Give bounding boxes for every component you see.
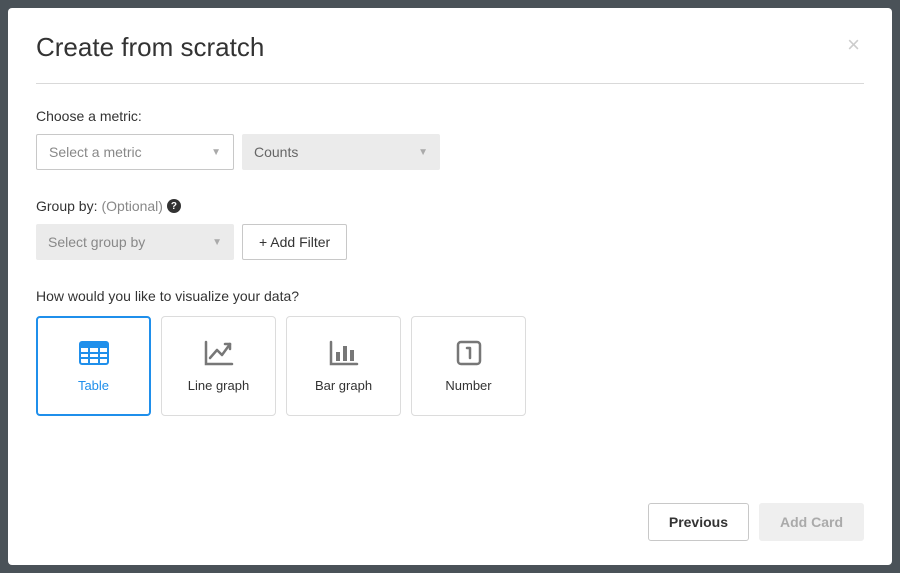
header-divider	[36, 83, 864, 84]
modal-header: Create from scratch ×	[36, 32, 864, 63]
chevron-down-icon: ▼	[212, 237, 222, 248]
metric-row: Select a metric ▼ Counts ▼	[36, 134, 864, 170]
bar-graph-icon	[328, 340, 360, 366]
visualize-option-label: Bar graph	[315, 378, 372, 393]
chevron-down-icon: ▼	[418, 147, 428, 158]
chevron-down-icon: ▼	[211, 147, 221, 158]
visualize-options: Table Line graph Bar grap	[36, 316, 864, 416]
metric-select-placeholder: Select a metric	[49, 144, 142, 160]
group-by-row: Select group by ▼ + Add Filter	[36, 224, 864, 260]
create-from-scratch-modal: Create from scratch × Choose a metric: S…	[8, 8, 892, 565]
visualize-option-bar[interactable]: Bar graph	[286, 316, 401, 416]
group-by-optional: (Optional)	[101, 198, 162, 214]
add-filter-button[interactable]: + Add Filter	[242, 224, 347, 260]
group-by-select[interactable]: Select group by ▼	[36, 224, 234, 260]
group-by-select-placeholder: Select group by	[48, 234, 145, 250]
previous-button[interactable]: Previous	[648, 503, 749, 541]
aggregate-select[interactable]: Counts ▼	[242, 134, 440, 170]
aggregate-select-value: Counts	[254, 144, 298, 160]
visualize-option-line[interactable]: Line graph	[161, 316, 276, 416]
visualize-option-label: Table	[78, 378, 109, 393]
close-icon[interactable]: ×	[843, 32, 864, 58]
help-icon[interactable]: ?	[167, 199, 181, 213]
group-by-label-text: Group by:	[36, 198, 97, 214]
metric-label: Choose a metric:	[36, 108, 864, 124]
visualize-option-label: Line graph	[188, 378, 249, 393]
visualize-option-number[interactable]: Number	[411, 316, 526, 416]
number-icon	[453, 340, 485, 366]
modal-title: Create from scratch	[36, 32, 264, 63]
visualize-option-label: Number	[445, 378, 491, 393]
table-icon	[78, 340, 110, 366]
visualize-option-table[interactable]: Table	[36, 316, 151, 416]
visualize-label: How would you like to visualize your dat…	[36, 288, 864, 304]
line-graph-icon	[203, 340, 235, 366]
metric-select[interactable]: Select a metric ▼	[36, 134, 234, 170]
modal-footer: Previous Add Card	[36, 503, 864, 541]
group-by-label: Group by: (Optional) ?	[36, 198, 864, 214]
add-card-button[interactable]: Add Card	[759, 503, 864, 541]
